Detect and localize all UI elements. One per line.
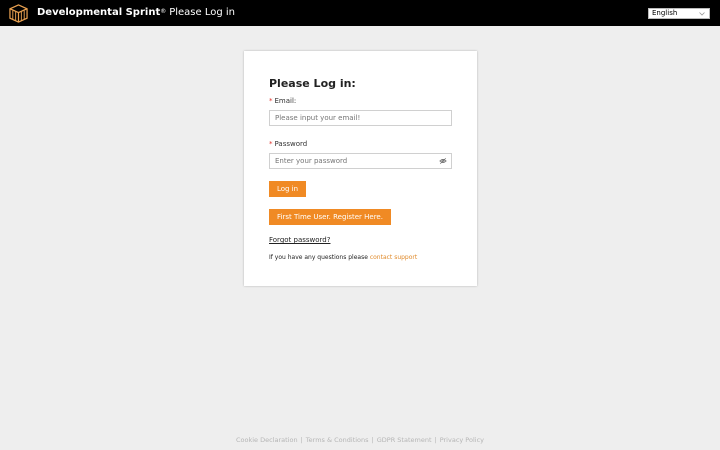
footer-separator: | xyxy=(371,436,374,444)
login-button[interactable]: Log in xyxy=(269,181,306,197)
login-card: Please Log in: *Email: *Password Log in … xyxy=(244,51,477,286)
support-text: If you have any questions please contact… xyxy=(269,254,417,261)
language-select[interactable]: English xyxy=(648,8,710,19)
email-field[interactable] xyxy=(269,110,452,126)
trademark-mark: ® xyxy=(160,8,167,15)
footer-link-cookie[interactable]: Cookie Declaration xyxy=(236,436,298,444)
footer-separator: | xyxy=(300,436,303,444)
page-title: Please Log in xyxy=(169,7,236,18)
app-title: Developmental Sprint® Please Log in xyxy=(37,7,235,19)
footer-link-gdpr[interactable]: GDPR Statement xyxy=(377,436,432,444)
forgot-password-link[interactable]: Forgot password? xyxy=(269,236,330,244)
footer-separator: | xyxy=(434,436,437,444)
password-field[interactable] xyxy=(269,153,452,169)
top-bar: Developmental Sprint® Please Log in Engli… xyxy=(0,0,720,26)
contact-support-link[interactable]: contact support xyxy=(370,254,417,261)
brand-name: Developmental Sprint xyxy=(37,7,161,18)
footer-link-privacy[interactable]: Privacy Policy xyxy=(440,436,484,444)
footer-link-terms[interactable]: Terms & Conditions xyxy=(306,436,369,444)
password-label: * Password xyxy=(269,140,307,148)
cube-logo-icon[interactable] xyxy=(9,4,28,23)
required-marker: * xyxy=(269,140,273,148)
email-label: * Email: xyxy=(269,97,296,105)
login-heading: Please Log in: xyxy=(269,77,356,90)
chevron-down-icon xyxy=(699,12,705,16)
language-selected-value: English xyxy=(652,9,678,17)
eye-slash-icon[interactable] xyxy=(439,157,447,165)
questions-text: If you have any questions please xyxy=(269,254,368,261)
email-label-text: Email: xyxy=(274,97,297,105)
password-field-wrapper xyxy=(269,153,452,169)
required-marker: * xyxy=(269,97,273,105)
password-label-text: Password xyxy=(274,140,308,148)
footer: Cookie Declaration | Terms & Conditions | GD… xyxy=(0,436,720,444)
register-button[interactable]: First Time User. Register Here. xyxy=(269,209,391,225)
